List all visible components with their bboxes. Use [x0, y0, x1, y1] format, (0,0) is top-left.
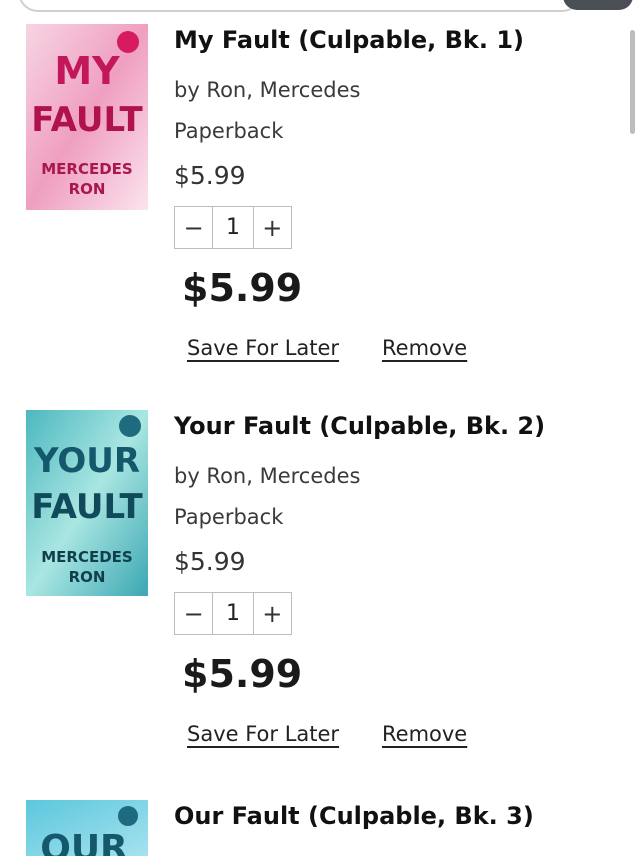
- svg-text:OUR: OUR: [40, 828, 128, 856]
- svg-text:MERCEDES: MERCEDES: [41, 160, 132, 178]
- svg-text:FAULT: FAULT: [31, 487, 143, 527]
- search-input[interactable]: [18, 0, 582, 12]
- cart-item: YOUR FAULT MERCEDES RON Your Fault (Culp…: [0, 410, 640, 800]
- line-total: $5.99: [182, 266, 303, 310]
- plus-icon[interactable]: +: [254, 207, 291, 248]
- book-cover-image[interactable]: OUR: [26, 800, 148, 856]
- plus-icon[interactable]: +: [254, 593, 291, 634]
- remove-link[interactable]: Remove: [382, 336, 467, 360]
- svg-text:RON: RON: [69, 568, 106, 586]
- quantity-stepper: − 1 +: [174, 592, 292, 635]
- book-format: Paperback: [174, 505, 284, 529]
- book-title[interactable]: Your Fault (Culpable, Bk. 2): [174, 412, 545, 440]
- svg-text:MY: MY: [54, 49, 120, 93]
- svg-text:RON: RON: [69, 180, 106, 198]
- book-cover-image[interactable]: YOUR FAULT MERCEDES RON: [26, 410, 148, 596]
- line-total: $5.99: [182, 652, 303, 696]
- save-for-later-link[interactable]: Save For Later: [187, 336, 339, 360]
- book-author: by Ron, Mercedes: [174, 464, 361, 488]
- minus-icon[interactable]: −: [175, 207, 212, 248]
- book-format: Paperback: [174, 119, 284, 143]
- quantity-stepper: − 1 +: [174, 206, 292, 249]
- remove-link[interactable]: Remove: [382, 722, 467, 746]
- search-button[interactable]: [563, 0, 633, 10]
- save-for-later-link[interactable]: Save For Later: [187, 722, 339, 746]
- unit-price: $5.99: [174, 161, 246, 190]
- book-author: by Ron, Mercedes: [174, 78, 361, 102]
- book-title[interactable]: Our Fault (Culpable, Bk. 3): [174, 802, 534, 830]
- svg-text:FAULT: FAULT: [31, 100, 143, 140]
- book-cover-image[interactable]: MY FAULT MERCEDES RON: [26, 24, 148, 210]
- cart-item: MY FAULT MERCEDES RON My Fault (Culpable…: [0, 24, 640, 414]
- unit-price: $5.99: [174, 547, 246, 576]
- cart-item: OUR Our Fault (Culpable, Bk. 3): [0, 800, 640, 856]
- book-title[interactable]: My Fault (Culpable, Bk. 1): [174, 26, 524, 54]
- minus-icon[interactable]: −: [175, 593, 212, 634]
- svg-text:YOUR: YOUR: [33, 441, 140, 481]
- svg-text:MERCEDES: MERCEDES: [41, 548, 132, 566]
- quantity-input[interactable]: 1: [212, 593, 254, 634]
- quantity-input[interactable]: 1: [212, 207, 254, 248]
